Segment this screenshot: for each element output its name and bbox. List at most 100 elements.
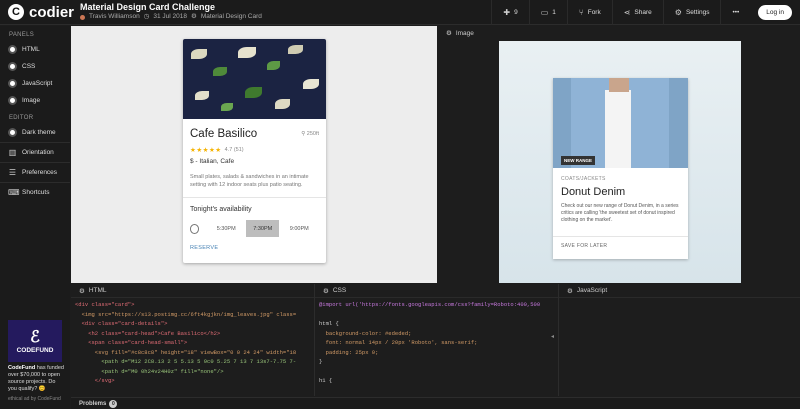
like-count: 9 — [514, 8, 518, 16]
sidebar-item-label: Shortcuts — [22, 189, 50, 196]
tag-icon: ⚙ — [190, 13, 197, 20]
availability-heading: Tonight's availability — [190, 206, 252, 213]
sidebar-item-image[interactable]: Image — [0, 92, 70, 109]
card-distance: ⚲ 250ft — [301, 131, 319, 137]
toggle-icon[interactable] — [8, 128, 17, 137]
css-editor-header: ⚙ CSS — [315, 284, 558, 298]
save-for-later-button: SAVE FOR LATER — [561, 243, 608, 249]
html-editor[interactable]: ⚙ HTML <div class="card"> <img src="https… — [71, 284, 315, 396]
problems-bar[interactable]: Problems 0 — [71, 397, 800, 409]
leaf-shape — [303, 79, 319, 89]
more-button[interactable]: ••• — [720, 0, 750, 25]
heart-icon: ✚ — [503, 7, 511, 17]
clock-icon: ◷ — [143, 13, 150, 20]
gear-icon[interactable]: ⚙ — [567, 287, 573, 295]
fold-arrow-icon[interactable]: ◂ — [551, 333, 554, 340]
comment-count: 1 — [552, 8, 556, 16]
time-chip-selected[interactable]: 7:30PM — [245, 220, 280, 237]
settings-label: Settings — [685, 8, 710, 16]
ad-text[interactable]: CodeFund has funded over $70,000 to open… — [8, 365, 64, 393]
reserve-button[interactable]: RESERVE — [190, 245, 319, 251]
codefund-logo[interactable]: ℰ CODEFUND — [8, 320, 62, 362]
panel-label: Image — [455, 29, 474, 37]
card-head: Cafe Basilico ⚲ 250ft — [190, 128, 319, 140]
code-line: background-color: #ededed; — [319, 329, 412, 337]
problems-label: Problems — [79, 400, 107, 407]
code-line: padding: 25px 0; — [319, 348, 379, 356]
sidebar-item-preferences[interactable]: ☰ Preferences — [0, 164, 70, 181]
sidebar-item-javascript[interactable]: JavaScript — [0, 75, 70, 92]
like-button[interactable]: ✚ 9 — [491, 0, 528, 25]
shirt-shape — [605, 90, 631, 168]
toggle-icon[interactable] — [8, 62, 17, 71]
app-logo[interactable]: C codier — [0, 4, 80, 21]
comments-button[interactable]: ▭ 1 — [528, 0, 567, 25]
code-line: <div class="card"> — [75, 301, 135, 308]
star-icons: ★★★★★ — [190, 147, 222, 154]
divider — [0, 142, 70, 143]
gear-icon[interactable]: ⚙ — [79, 287, 85, 295]
time-chips: 5:30PM 7:30PM 9:00PM — [190, 220, 319, 237]
sidebar-item-html[interactable]: HTML — [0, 41, 70, 58]
code-line: <path d="M0 0h24v24H0z" fill="none"/> — [75, 367, 224, 375]
clock-icon — [190, 223, 200, 234]
sponsor-ad[interactable]: ℰ CODEFUND CodeFund has funded over $70,… — [8, 320, 64, 402]
code-line: font: normal 14px / 20px 'Roboto', sans-… — [319, 339, 478, 346]
preview-pane: Cafe Basilico ⚲ 250ft ★★★★★ 4.7 (51) $ -… — [71, 26, 437, 283]
problems-count: 0 — [109, 399, 118, 408]
toggle-icon[interactable] — [8, 96, 17, 105]
code-line: <svg fill="#c8c8c8" height="18" viewBox=… — [75, 348, 297, 356]
leaf-shape — [275, 99, 290, 109]
html-code[interactable]: <div class="card"> <img src="https://s13… — [71, 298, 314, 386]
sidebar-item-css[interactable]: CSS — [0, 58, 70, 75]
divider — [553, 236, 688, 237]
css-editor[interactable]: ⚙ CSS @import url('https://fonts.googleap… — [315, 284, 559, 396]
fork-button[interactable]: ⑂ Fork — [566, 0, 612, 25]
editors-row: ⚙ HTML <div class="card"> <img src="https… — [71, 284, 800, 396]
code-line: <img src="https://s13.postimg.cc/6ft4kgj… — [75, 310, 297, 318]
share-button[interactable]: ⋖ Share — [611, 0, 663, 25]
card-details: Cafe Basilico ⚲ 250ft ★★★★★ 4.7 (51) $ -… — [183, 119, 326, 251]
ad-footer[interactable]: ethical ad by CodeFund — [8, 396, 64, 402]
css-code[interactable]: @import url('https://fonts.googleapis.co… — [315, 298, 558, 386]
gear-icon[interactable]: ⚙ — [446, 29, 452, 37]
card-price: $ - Italian, Cafe — [190, 158, 235, 165]
code-line: } — [319, 358, 323, 365]
gear-icon[interactable]: ⚙ — [323, 287, 329, 295]
leaf-shape — [245, 87, 262, 98]
leaf-shape — [213, 67, 227, 76]
divider — [0, 182, 70, 183]
product-category: COATS/JACKETS — [561, 176, 606, 182]
toggle-icon[interactable] — [8, 79, 17, 88]
author-name[interactable]: Travis Williamson — [89, 12, 140, 22]
panel-label: CSS — [332, 287, 347, 294]
jacket-shape — [571, 78, 609, 168]
top-bar: C codier Material Design Card Challenge … — [0, 0, 800, 25]
toggle-icon[interactable] — [8, 45, 17, 54]
codefund-name: CODEFUND — [16, 346, 54, 354]
distance-text: 250ft — [306, 131, 319, 137]
fork-label: Fork — [587, 8, 601, 16]
neck-shape — [609, 78, 629, 92]
login-button[interactable]: Log in — [758, 4, 792, 20]
javascript-editor[interactable]: ⚙ JavaScript — [559, 284, 800, 396]
time-chip[interactable]: 9:00PM — [282, 220, 316, 237]
settings-button[interactable]: ⚙ Settings — [662, 0, 721, 25]
sidebar-item-shortcuts[interactable]: ⌨ Shortcuts — [0, 184, 70, 201]
rating-text: 4.7 (51) — [224, 147, 244, 153]
sidebar: PANELS HTML CSS JavaScript Image EDITOR … — [0, 26, 70, 409]
tag-text[interactable]: Material Design Card — [201, 12, 262, 22]
author-avatar[interactable] — [80, 14, 85, 20]
sidebar-item-label: Image — [22, 97, 41, 104]
app-name: codier — [29, 3, 75, 21]
image-panel-header: ⚙ Image — [438, 26, 800, 40]
sidebar-item-orientation[interactable]: ▥ Orientation — [0, 144, 70, 161]
header-actions: ✚ 9 ▭ 1 ⑂ Fork ⋖ Share ⚙ Settings ••• Log in — [491, 0, 800, 25]
product-card: NEW RANGE COATS/JACKETS Donut Denim Chec… — [553, 78, 688, 259]
time-chip[interactable]: 5:30PM — [209, 220, 243, 237]
code-line: <h2 class="card-head">Cafe Basilico</h2> — [75, 329, 221, 337]
sidebar-item-dark-theme[interactable]: Dark theme — [0, 124, 70, 141]
card-image — [183, 39, 326, 119]
sidebar-item-label: JavaScript — [22, 80, 53, 87]
